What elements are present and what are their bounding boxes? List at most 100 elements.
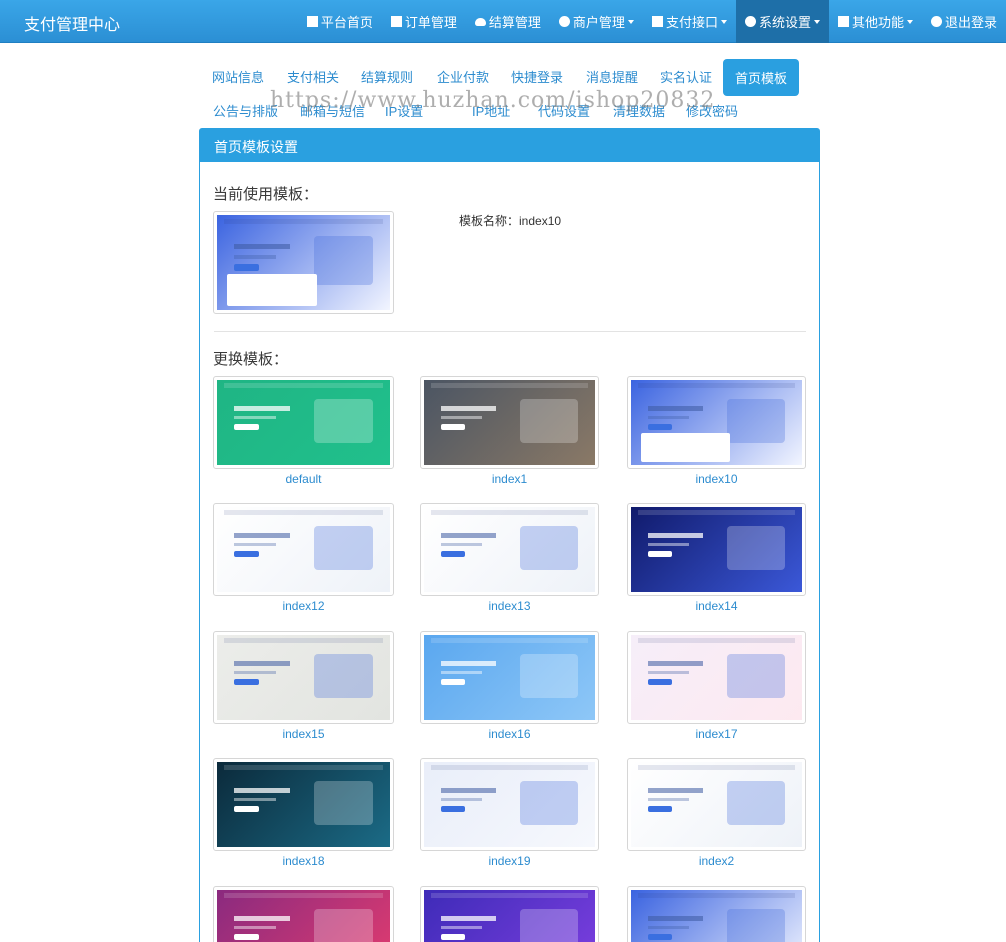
template-thumbnail[interactable] — [627, 503, 806, 596]
tab-5[interactable]: 消息提醒 — [586, 67, 638, 86]
brand-title[interactable]: 支付管理中心 — [24, 11, 120, 35]
thumbnail-graphic — [234, 254, 276, 259]
nav-item-4[interactable]: 支付接口 — [643, 0, 736, 43]
template-thumbnail[interactable] — [420, 376, 599, 469]
change-template-heading: 更换模板： — [213, 351, 289, 368]
thumbnail-graphic — [637, 383, 796, 388]
thumbnail-graphic — [648, 679, 673, 686]
template-preview-image — [631, 890, 802, 942]
template-thumbnail[interactable] — [420, 631, 599, 724]
tab-8[interactable]: 公告与排版 — [213, 101, 278, 120]
thumbnail-graphic — [234, 670, 276, 675]
thumbnail-graphic — [223, 638, 384, 643]
template-name-link[interactable]: index2 — [627, 854, 806, 868]
template-name-link[interactable]: index18 — [213, 854, 394, 868]
thumbnail-graphic — [234, 405, 290, 411]
template-preview-image — [217, 762, 390, 847]
nav-item-1[interactable]: 订单管理 — [382, 0, 466, 43]
tab-2[interactable]: 结算规则 — [361, 67, 413, 86]
thumbnail-graphic — [441, 405, 496, 411]
tab-3[interactable]: 企业付款 — [437, 67, 489, 86]
thumbnail-graphic — [234, 660, 290, 666]
template-thumbnail[interactable] — [627, 886, 806, 942]
template-name-link[interactable]: index10 — [627, 472, 806, 486]
nav-item-6[interactable]: 其他功能 — [829, 0, 922, 43]
nav-item-3[interactable]: 商户管理 — [550, 0, 643, 43]
thumbnail-graphic — [637, 893, 796, 898]
thumbnail-graphic — [441, 679, 466, 686]
thumbnail-graphic — [648, 532, 703, 538]
thumbnail-graphic — [441, 660, 496, 666]
template-thumbnail[interactable] — [213, 886, 394, 942]
caret-down-icon — [627, 19, 634, 24]
thumbnail-graphic — [313, 398, 373, 443]
template-thumbnail[interactable] — [420, 503, 599, 596]
tab-0[interactable]: 网站信息 — [212, 67, 264, 86]
thumbnail-graphic — [223, 765, 384, 770]
thumbnail-graphic — [234, 925, 276, 930]
thumbnail-graphic — [441, 934, 466, 941]
template-name-link[interactable]: default — [213, 472, 394, 486]
current-template-thumbnail — [213, 211, 394, 314]
caret-down-icon — [720, 19, 727, 24]
thumbnail-graphic — [441, 915, 496, 921]
tab-7[interactable]: 首页模板 — [723, 59, 800, 96]
template-name-link[interactable]: index17 — [627, 727, 806, 741]
template-name-link[interactable]: index14 — [627, 599, 806, 613]
tab-4[interactable]: 快捷登录 — [511, 67, 563, 86]
thumbnail-graphic — [430, 893, 589, 898]
nav-item-0[interactable]: 平台首页 — [298, 0, 382, 43]
template-thumbnail[interactable] — [213, 631, 394, 724]
template-name-link[interactable]: index15 — [213, 727, 394, 741]
template-preview-image — [631, 507, 802, 592]
current-template-name: 模板名称：index10 — [459, 214, 562, 228]
nav-item-2[interactable]: 结算管理 — [466, 0, 550, 43]
thumbnail-graphic — [637, 765, 796, 770]
nav-item-label: 退出登录 — [944, 15, 997, 30]
template-thumbnail[interactable] — [420, 886, 599, 942]
thumbnail-graphic — [726, 653, 785, 698]
thumbnail-graphic — [234, 532, 290, 538]
thumbnail-graphic — [234, 243, 290, 250]
thumbnail-graphic — [234, 415, 276, 420]
template-name-link[interactable]: index1 — [420, 472, 599, 486]
thumbnail-graphic — [441, 806, 466, 813]
thumbnail-graphic — [234, 424, 259, 431]
nav-item-label: 平台首页 — [320, 15, 373, 30]
thumbnail-graphic — [441, 532, 496, 538]
card-icon — [651, 16, 663, 27]
template-thumbnail[interactable] — [420, 758, 599, 851]
tab-6[interactable]: 实名认证 — [660, 67, 712, 86]
thumbnail-graphic — [223, 383, 384, 388]
template-preview-image — [631, 635, 802, 720]
template-name-link[interactable]: index19 — [420, 854, 599, 868]
nav-item-5[interactable]: 系统设置 — [735, 0, 829, 43]
thumbnail-graphic — [430, 510, 589, 515]
thumbnail-graphic — [648, 551, 673, 558]
thumbnail-graphic — [234, 934, 259, 941]
template-thumbnail[interactable] — [627, 758, 806, 851]
template-preview-image — [424, 380, 595, 465]
caret-down-icon — [906, 19, 913, 24]
template-thumbnail[interactable] — [627, 631, 806, 724]
thumbnail-graphic — [441, 797, 483, 802]
template-thumbnail[interactable] — [627, 376, 806, 469]
list-icon — [390, 16, 402, 27]
template-thumbnail[interactable] — [213, 376, 394, 469]
thumbnail-graphic — [227, 273, 318, 307]
thumbnail-graphic — [648, 797, 690, 802]
cloud-icon — [474, 17, 486, 26]
template-preview-image — [217, 507, 390, 592]
thumbnail-graphic — [648, 934, 673, 941]
thumbnail-graphic — [313, 525, 373, 570]
template-preview-image — [424, 890, 595, 942]
template-thumbnail[interactable] — [213, 503, 394, 596]
nav-item-7[interactable]: 退出登录 — [922, 0, 1006, 43]
template-name-link[interactable]: index16 — [420, 727, 599, 741]
template-thumbnail[interactable] — [213, 758, 394, 851]
template-name-link[interactable]: index12 — [213, 599, 394, 613]
template-preview-image — [217, 380, 390, 465]
thumbnail-graphic — [234, 551, 259, 558]
tab-1[interactable]: 支付相关 — [287, 67, 339, 86]
template-name-link[interactable]: index13 — [420, 599, 599, 613]
